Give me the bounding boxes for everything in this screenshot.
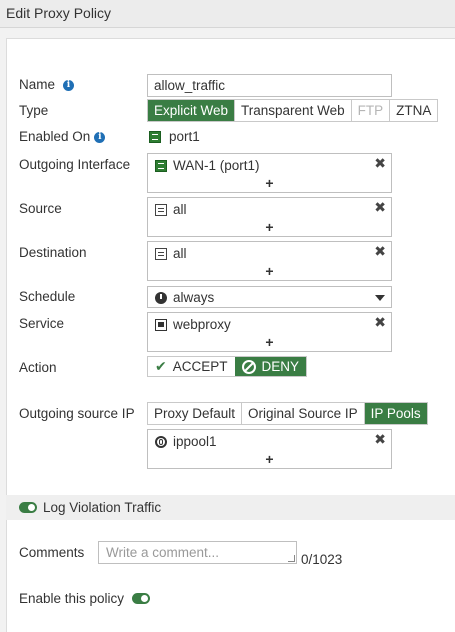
source-label: Source <box>19 201 62 216</box>
add-icon[interactable]: + <box>265 451 273 467</box>
option-ip-pools[interactable]: IP Pools <box>364 403 427 424</box>
remove-icon[interactable]: ✖ <box>374 433 386 447</box>
action-label: Action <box>19 360 57 375</box>
service-icon <box>155 318 167 331</box>
enabled-on-value: port1 <box>149 129 200 144</box>
service-entry: webproxy <box>155 317 231 332</box>
dialog-title: Edit Proxy Policy <box>6 5 112 21</box>
destination-field[interactable]: all ✖ + <box>147 241 392 281</box>
service-field[interactable]: webproxy ✖ + <box>147 312 392 352</box>
remove-icon[interactable]: ✖ <box>374 316 386 330</box>
address-icon <box>155 247 167 260</box>
type-label: Type <box>19 103 49 118</box>
outgoing-interface-label: Outgoing Interface <box>19 157 131 172</box>
option-original-source-ip[interactable]: Original Source IP <box>242 403 365 424</box>
outgoing-source-ip-label: Outgoing source IP <box>19 406 135 421</box>
add-icon[interactable]: + <box>265 334 273 350</box>
destination-entry: all <box>155 246 187 261</box>
schedule-label: Schedule <box>19 289 76 304</box>
enable-policy-toggle[interactable] <box>132 593 151 604</box>
log-violation-section: Log Violation Traffic <box>6 495 455 520</box>
type-option-transparent-web[interactable]: Transparent Web <box>235 100 352 121</box>
ip-pool-field[interactable]: ippool1 ✖ + <box>147 429 392 469</box>
resize-handle-icon[interactable] <box>288 555 295 562</box>
port-icon <box>155 159 167 172</box>
action-selector: ✔ ACCEPT DENY <box>147 356 308 377</box>
dialog-titlebar: Edit Proxy Policy <box>0 0 455 28</box>
accept-button[interactable]: ✔ ACCEPT <box>148 357 235 376</box>
type-option-ftp: FTP <box>351 100 391 121</box>
clock-icon <box>155 291 167 304</box>
remove-icon[interactable]: ✖ <box>374 245 386 259</box>
ip-pool-icon <box>155 435 167 448</box>
name-input[interactable]: allow_traffic <box>147 74 392 97</box>
chevron-down-icon <box>375 295 385 301</box>
checkmark-icon: ✔ <box>155 358 167 375</box>
log-violation-row: Log Violation Traffic <box>19 500 161 515</box>
type-selector: Explicit Web Transparent Web FTP ZTNA <box>147 99 439 122</box>
comments-label: Comments <box>19 545 85 560</box>
source-field[interactable]: all ✖ + <box>147 197 392 237</box>
service-label: Service <box>19 316 65 331</box>
add-icon[interactable]: + <box>265 263 273 279</box>
outgoing-interface-field[interactable]: WAN-1 (port1) ✖ + <box>147 153 392 193</box>
enabled-on-label: Enabled On i <box>19 129 106 144</box>
deny-button[interactable]: DENY <box>234 357 307 376</box>
option-proxy-default[interactable]: Proxy Default <box>148 403 243 424</box>
remove-icon[interactable]: ✖ <box>374 157 386 171</box>
outgoing-interface-entry: WAN-1 (port1) <box>155 158 260 173</box>
ip-pool-entry: ippool1 <box>155 434 217 449</box>
port-icon <box>149 130 161 143</box>
comments-textarea[interactable]: Write a comment... <box>98 541 297 564</box>
name-label: Name i <box>19 77 75 92</box>
outgoing-source-ip-selector: Proxy Default Original Source IP IP Pool… <box>147 402 428 425</box>
type-option-explicit-web[interactable]: Explicit Web <box>148 100 236 121</box>
schedule-select[interactable]: always <box>147 286 392 308</box>
remove-icon[interactable]: ✖ <box>374 201 386 215</box>
info-icon[interactable]: i <box>63 79 75 91</box>
add-icon[interactable]: + <box>265 219 273 235</box>
comment-counter: 0/1023 <box>301 552 343 567</box>
source-entry: all <box>155 202 187 217</box>
address-icon <box>155 203 167 216</box>
schedule-value: always <box>155 290 214 305</box>
type-option-ztna[interactable]: ZTNA <box>390 100 438 121</box>
info-icon[interactable]: i <box>94 131 106 143</box>
log-violation-toggle[interactable] <box>19 502 37 513</box>
add-icon[interactable]: + <box>265 175 273 191</box>
deny-icon <box>241 359 256 374</box>
enable-policy-row: Enable this policy <box>19 591 151 606</box>
destination-label: Destination <box>19 245 87 260</box>
